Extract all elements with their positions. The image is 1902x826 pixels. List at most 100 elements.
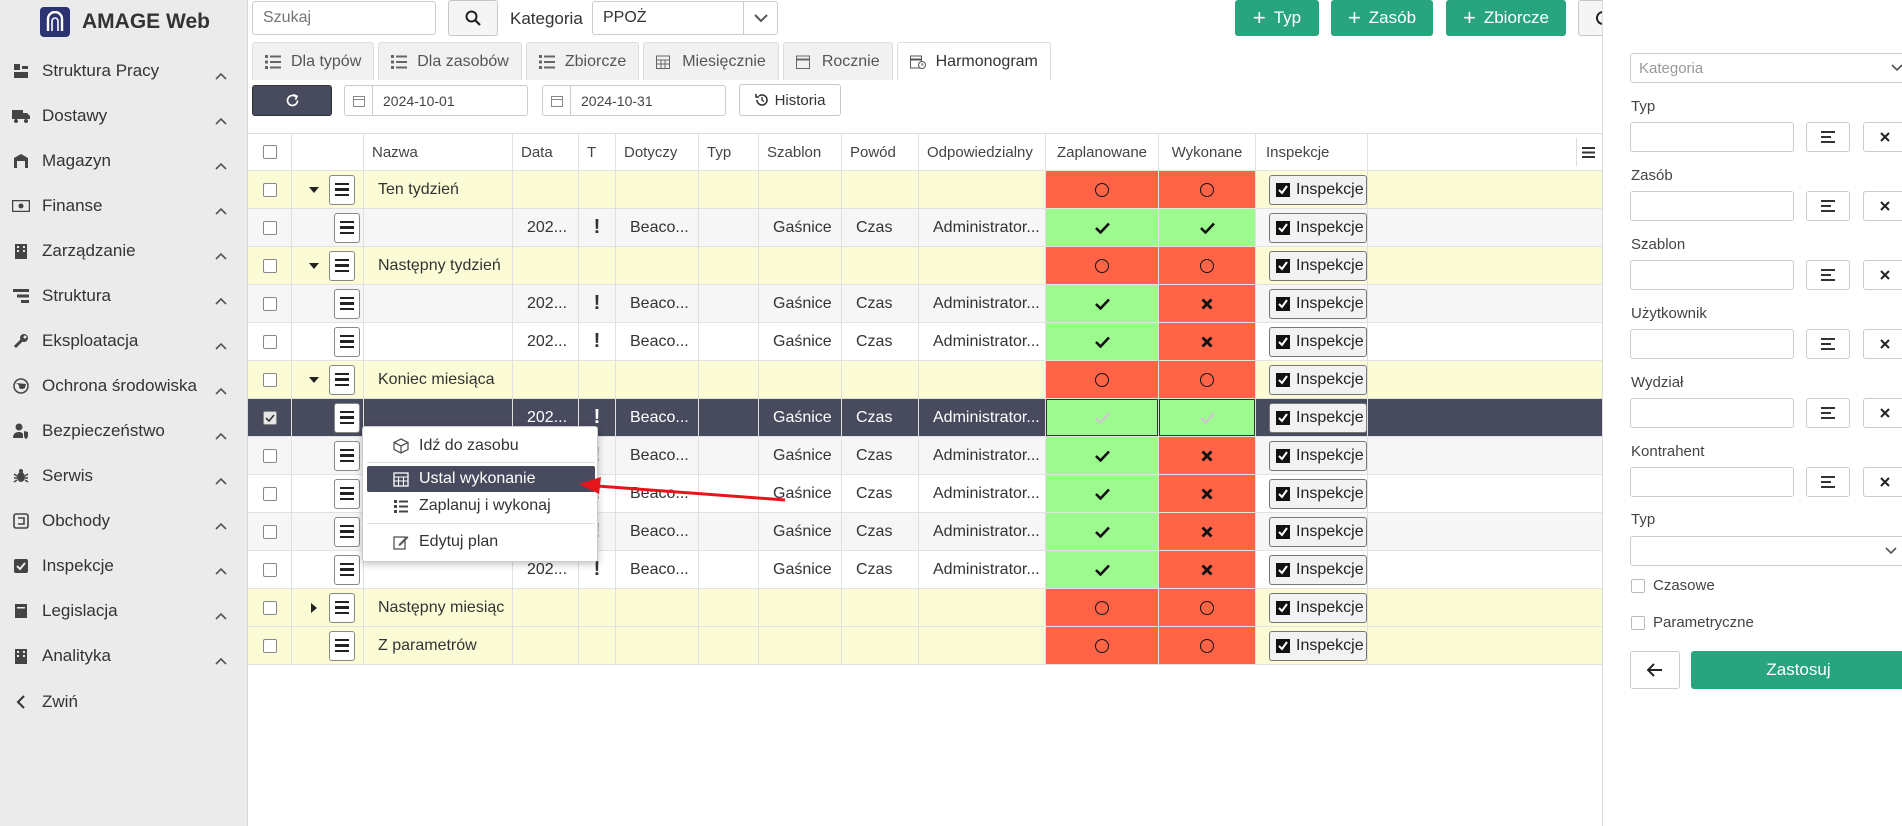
inspections-button[interactable]: Inspekcje bbox=[1269, 516, 1367, 547]
filter-clear-button-department[interactable] bbox=[1863, 398, 1902, 428]
row-menu-button[interactable] bbox=[334, 554, 360, 585]
reload-grid-button[interactable] bbox=[252, 85, 332, 116]
column-header-template[interactable]: Szablon bbox=[767, 144, 821, 161]
ctx-edit-plan[interactable]: Edytuj plan bbox=[367, 529, 595, 555]
caret-right-icon[interactable] bbox=[311, 602, 317, 613]
type-select[interactable] bbox=[1630, 536, 1902, 566]
tab-collective[interactable]: Zbiorcze bbox=[525, 42, 640, 80]
column-header-date[interactable]: Data bbox=[521, 144, 553, 161]
inspections-button[interactable]: Inspekcje bbox=[1269, 402, 1367, 433]
filter-select-button-user[interactable] bbox=[1806, 329, 1850, 359]
inspections-button[interactable]: Inspekcje bbox=[1269, 364, 1367, 395]
row-checkbox[interactable] bbox=[262, 334, 277, 349]
inspections-button[interactable]: Inspekcje bbox=[1269, 554, 1367, 585]
sidebar-collapse[interactable]: Zwiń bbox=[0, 679, 248, 724]
table-row[interactable]: 202...! Beaco... Gaśnice Czas Administrator.… bbox=[248, 323, 1602, 361]
add-resource-button[interactable]: + Zasób bbox=[1331, 0, 1433, 36]
sidebar-item-struktura-pracy[interactable]: Struktura Pracy bbox=[0, 48, 247, 93]
filter-select-button-contractor[interactable] bbox=[1806, 467, 1850, 497]
caret-down-icon[interactable] bbox=[309, 376, 319, 383]
tab-for-resources[interactable]: Dla zasobów bbox=[378, 42, 522, 80]
table-row[interactable]: 202...! Beaco... Gaśnice Czas Administrator.… bbox=[248, 209, 1602, 247]
inspections-button[interactable]: Inspekcje bbox=[1269, 630, 1367, 661]
filter-input-template[interactable] bbox=[1630, 260, 1794, 290]
sidebar-item-dostawy[interactable]: Dostawy bbox=[0, 93, 247, 138]
sidebar-item-obchody[interactable]: Obchody bbox=[0, 498, 247, 543]
sidebar-item-bezpieczenstwo[interactable]: Bezpieczeństwo bbox=[0, 408, 247, 453]
add-collective-button[interactable]: + Zbiorcze bbox=[1446, 0, 1566, 36]
search-button[interactable] bbox=[448, 0, 498, 36]
checkbox-box[interactable] bbox=[1631, 578, 1645, 593]
checkbox-box[interactable] bbox=[1631, 615, 1645, 630]
add-type-button[interactable]: + Typ bbox=[1235, 0, 1319, 36]
inspections-button[interactable]: Inspekcje bbox=[1269, 440, 1367, 471]
row-menu-button[interactable] bbox=[329, 630, 355, 661]
sidebar-item-inspekcje[interactable]: Inspekcje bbox=[0, 543, 247, 588]
filter-select-button-department[interactable] bbox=[1806, 398, 1850, 428]
row-menu-button[interactable] bbox=[334, 288, 360, 319]
row-checkbox[interactable] bbox=[262, 524, 277, 539]
column-header-insp[interactable]: Inspekcje bbox=[1266, 144, 1329, 161]
search-input[interactable] bbox=[252, 1, 436, 35]
table-row[interactable]: 202...! Beaco... Gaśnice Czas Administrator.… bbox=[248, 285, 1602, 323]
column-header-t[interactable]: T bbox=[587, 144, 596, 161]
sidebar-item-finanse[interactable]: Finanse bbox=[0, 183, 247, 228]
category-filter-select[interactable]: Kategoria bbox=[1630, 53, 1902, 83]
select-all-checkbox[interactable] bbox=[262, 145, 277, 159]
tab-for-types[interactable]: Dla typów bbox=[252, 42, 375, 80]
filter-input-user[interactable] bbox=[1630, 329, 1794, 359]
row-menu-button[interactable] bbox=[329, 250, 355, 281]
tab-schedule[interactable]: Harmonogram bbox=[896, 42, 1051, 80]
ctx-set-completion[interactable]: Ustal wykonanie bbox=[367, 466, 595, 492]
group-row[interactable]: Z parametrów Inspekcje bbox=[248, 627, 1602, 665]
row-checkbox[interactable] bbox=[262, 182, 277, 197]
group-row[interactable]: Następny tydzień Inspekcje bbox=[248, 247, 1602, 285]
row-menu-button[interactable] bbox=[334, 478, 360, 509]
column-header-reason[interactable]: Powód bbox=[850, 144, 896, 161]
row-menu-button[interactable] bbox=[329, 592, 355, 623]
row-checkbox[interactable] bbox=[262, 638, 277, 653]
filter-clear-button-resource[interactable] bbox=[1863, 191, 1902, 221]
inspections-button[interactable]: Inspekcje bbox=[1269, 174, 1367, 205]
sidebar-item-legislacja[interactable]: Legislacja bbox=[0, 588, 247, 633]
inspections-button[interactable]: Inspekcje bbox=[1269, 326, 1367, 357]
inspections-button[interactable]: Inspekcje bbox=[1269, 592, 1367, 623]
row-checkbox[interactable] bbox=[262, 486, 277, 501]
row-menu-button[interactable] bbox=[334, 516, 360, 547]
history-button[interactable]: Historia bbox=[739, 84, 841, 116]
filter-clear-button-contractor[interactable] bbox=[1863, 467, 1902, 497]
app-logo[interactable]: AMAGE Web bbox=[0, 0, 247, 44]
row-checkbox[interactable] bbox=[262, 410, 277, 425]
checkbox-time[interactable]: Czasowe bbox=[1631, 577, 1715, 594]
row-checkbox[interactable] bbox=[262, 258, 277, 273]
row-menu-button[interactable] bbox=[334, 440, 360, 471]
row-checkbox[interactable] bbox=[262, 372, 277, 387]
ctx-plan-and-do[interactable]: Zaplanuj i wykonaj bbox=[367, 493, 595, 519]
group-row[interactable]: Koniec miesiąca Inspekcje bbox=[248, 361, 1602, 399]
column-header-name[interactable]: Nazwa bbox=[372, 144, 418, 161]
row-menu-button[interactable] bbox=[334, 212, 360, 243]
group-row[interactable]: Ten tydzień Inspekcje bbox=[248, 171, 1602, 209]
row-menu-button[interactable] bbox=[334, 402, 360, 433]
filter-clear-button-type[interactable] bbox=[1863, 122, 1902, 152]
row-checkbox[interactable] bbox=[262, 448, 277, 463]
column-header-responsible[interactable]: Odpowiedzialny bbox=[927, 144, 1033, 161]
inspections-button[interactable]: Inspekcje bbox=[1269, 288, 1367, 319]
column-header-concerns[interactable]: Dotyczy bbox=[624, 144, 677, 161]
row-checkbox[interactable] bbox=[262, 600, 277, 615]
sidebar-item-eksploatacja[interactable]: Eksploatacja bbox=[0, 318, 247, 363]
sidebar-item-serwis[interactable]: Serwis bbox=[0, 453, 247, 498]
date-to-field[interactable]: 2024-10-31 bbox=[542, 85, 726, 116]
checkbox-param[interactable]: Parametryczne bbox=[1631, 614, 1754, 631]
row-checkbox[interactable] bbox=[262, 220, 277, 235]
filter-select-button-type[interactable] bbox=[1806, 122, 1850, 152]
ctx-go-to-resource[interactable]: Idź do zasobu bbox=[367, 433, 595, 459]
row-menu-button[interactable] bbox=[329, 364, 355, 395]
category-select[interactable]: PPOŻ bbox=[592, 1, 778, 35]
sidebar-item-analityka[interactable]: Analityka bbox=[0, 633, 247, 678]
filter-clear-button-template[interactable] bbox=[1863, 260, 1902, 290]
group-row[interactable]: Następny miesiąc Inspekcje bbox=[248, 589, 1602, 627]
filter-clear-button-user[interactable] bbox=[1863, 329, 1902, 359]
filter-input-department[interactable] bbox=[1630, 398, 1794, 428]
column-menu-button[interactable] bbox=[1576, 138, 1600, 166]
